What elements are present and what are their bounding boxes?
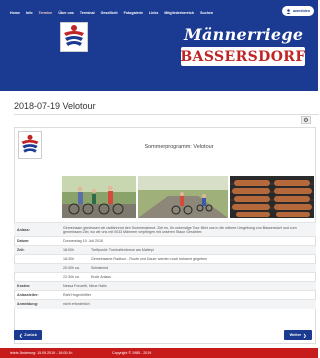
row-time: 20:30h ca. (60, 263, 88, 273)
table-row: Zeit: 18:00h Treffpunkt: Turnhallenforum… (14, 245, 316, 255)
row-label (14, 263, 60, 273)
row-value: Schlaternd (88, 263, 316, 273)
user-icon (286, 8, 291, 14)
row-label: Anlass: (14, 222, 60, 237)
club-logo[interactable] (60, 22, 88, 52)
event-heading-text: Sommerprogramm: Velotour (144, 143, 214, 150)
row-label: Kosten: (14, 281, 60, 291)
event-logo (18, 131, 42, 159)
footer-last-updated: letzte Änderung: 15.09.2019 - 18:00:1h (10, 351, 73, 355)
nav-item-suchen[interactable]: Suchen (200, 11, 213, 15)
nav-item-ueber-uns[interactable]: Über uns (58, 11, 74, 15)
nav-item-mitgliederbereich[interactable]: Mitgliederbereich (164, 11, 194, 15)
back-label: Zurück (24, 333, 37, 337)
next-button[interactable]: Weiter ❯ (284, 330, 312, 340)
row-time: 18:30h (60, 254, 88, 264)
table-row: Anmeldung: nicht erforderlich (14, 299, 316, 309)
gear-icon: ⚙ (303, 117, 309, 124)
cyclists-photo-icon (62, 176, 136, 218)
photo-cyclists[interactable] (62, 176, 136, 218)
nav-item-terminal[interactable]: Terminal (80, 11, 95, 15)
site-footer: letzte Änderung: 15.09.2019 - 18:00:1h C… (0, 348, 318, 358)
row-label (14, 272, 60, 282)
login-button[interactable]: anmelden (282, 6, 314, 16)
brand-subtitle: BASSERSDORF (180, 48, 306, 65)
row-value: Gemeinsame Radtour - Route und Dauer wer… (88, 254, 316, 264)
title-divider (14, 114, 319, 115)
brand-subtitle-box: BASSERSDORF (180, 47, 306, 66)
photo-grill-sausages[interactable] (230, 176, 314, 218)
event-photos (62, 176, 314, 218)
event-heading: Sommerprogramm: Velotour (46, 131, 312, 162)
gymnast-logo-icon (21, 134, 39, 153)
chevron-right-icon: ❯ (303, 333, 307, 338)
row-time: 22:30h ca. (60, 272, 88, 282)
brand-title: Männerriege (184, 25, 304, 44)
chevron-left-icon: ❮ (19, 333, 23, 338)
grill-photo-icon (230, 176, 314, 218)
table-row: Datum: Donnerstag 19. Juli 2018 (14, 236, 316, 246)
road-cycling-photo-icon (138, 176, 228, 218)
row-label: Datum: (14, 236, 60, 246)
table-row: 22:30h ca. Ende Anlass (14, 272, 316, 282)
next-label: Weiter (289, 333, 302, 337)
row-label: Anlassleiter: (14, 290, 60, 300)
nav-item-fotogalerie[interactable]: Fotogalerie (124, 11, 143, 15)
gymnast-logo-icon (61, 23, 87, 51)
top-navigation: Home Info Termine Über uns Terminal Gese… (10, 8, 213, 18)
table-row: Kosten: Nessa Fonzetti, Neue Hallo (14, 281, 316, 291)
site-header: Home Info Termine Über uns Terminal Gese… (0, 0, 318, 91)
footer-copyright: Copyright © 1985 - 2019 (112, 351, 152, 355)
row-time: 18:00h (60, 245, 88, 255)
page-title: 2018-07-19 Velotour (14, 101, 96, 111)
row-label: Anmeldung: (14, 299, 60, 309)
nav-item-termine[interactable]: Termine (39, 11, 53, 15)
event-info-table: Anlass: Gemeinsam geniessen wir radfahre… (14, 222, 316, 309)
table-row: 20:30h ca. Schlaternd (14, 263, 316, 273)
row-label (14, 254, 60, 264)
row-value: Treffpunkt: Turnhallenforum am Mattepl (88, 245, 316, 255)
photo-cycling-road[interactable] (138, 176, 228, 218)
table-row: Anlassleiter: Rahl Hugenhöfler (14, 290, 316, 300)
row-value: Donnerstag 19. Juli 2018 (60, 236, 316, 246)
row-value: Ende Anlass (88, 272, 316, 282)
login-label: anmelden (293, 9, 310, 13)
row-value: Rahl Hugenhöfler (60, 290, 316, 300)
table-row: Anlass: Gemeinsam geniessen wir radfahre… (14, 222, 316, 237)
nav-item-links[interactable]: Links (149, 11, 158, 15)
back-button[interactable]: ❮ Zurück (14, 330, 42, 340)
row-value: Gemeinsam geniessen wir radfahrend den S… (60, 222, 316, 237)
row-value: nicht erforderlich (60, 299, 316, 309)
nav-item-home[interactable]: Home (10, 11, 20, 15)
row-value: Nessa Fonzetti, Neue Hallo (60, 281, 316, 291)
row-label: Zeit: (14, 245, 60, 255)
settings-gear-button[interactable]: ⚙ (301, 116, 311, 124)
table-row: 18:30h Gemeinsame Radtour - Route und Da… (14, 254, 316, 264)
nav-item-info[interactable]: Info (26, 11, 33, 15)
nav-item-gesellkeit[interactable]: Gesellkeit (101, 11, 118, 15)
